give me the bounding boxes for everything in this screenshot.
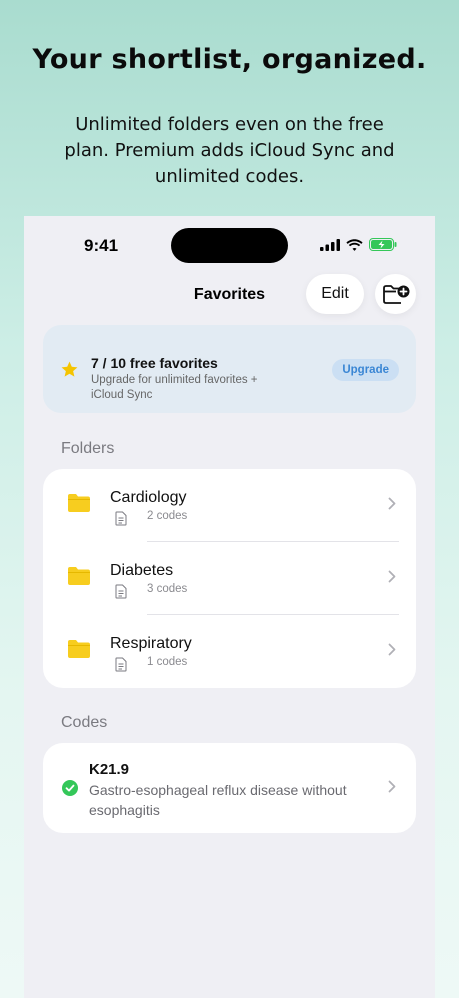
folder-icon	[68, 640, 90, 658]
upgrade-button[interactable]: Upgrade	[332, 359, 399, 381]
codes-section-label: Codes	[61, 714, 108, 731]
folder-code-count: 3 codes	[147, 583, 188, 595]
code-row-k21-9[interactable]: K21.9 Gastro-esophageal reflux disease w…	[43, 743, 416, 833]
folder-code-count: 2 codes	[147, 510, 188, 522]
document-icon	[115, 511, 127, 526]
chevron-right-icon	[388, 497, 396, 510]
folder-row-respiratory[interactable]: Respiratory 1 codes	[43, 615, 416, 688]
document-icon	[115, 584, 127, 599]
cellular-signal-icon	[320, 238, 340, 251]
document-icon	[115, 657, 127, 672]
nav-title: Favorites	[193, 286, 266, 303]
code-description: Gastro-esophageal reflux disease without…	[89, 782, 347, 818]
folder-icon	[68, 494, 90, 512]
marketing-subhead: Unlimited folders even on the free plan.…	[64, 114, 395, 187]
folder-name: Cardiology	[110, 489, 187, 506]
wifi-icon	[346, 238, 363, 251]
folder-icon	[68, 567, 90, 585]
checkmark-circle-icon	[62, 780, 78, 796]
folders-section-label: Folders	[61, 440, 115, 457]
chevron-right-icon	[388, 643, 396, 656]
battery-charging-icon	[369, 238, 397, 251]
edit-button[interactable]: Edit	[306, 274, 364, 314]
folder-row-cardiology[interactable]: Cardiology 2 codes	[43, 469, 416, 542]
new-folder-button[interactable]	[375, 274, 416, 314]
folder-name: Diabetes	[110, 562, 174, 579]
favorites-quota: 7 / 10 free favorites	[91, 355, 218, 371]
status-time: 9:41	[84, 236, 119, 255]
phone-screen: 9:41 Favorites Edit 7 / 10 free favorite…	[24, 216, 435, 998]
folder-plus-icon	[382, 285, 409, 304]
status-icons	[320, 238, 397, 251]
upgrade-banner[interactable]: 7 / 10 free favorites Upgrade for unlimi…	[43, 325, 416, 413]
marketing-headline: Your shortlist, organized.	[32, 44, 427, 75]
chevron-right-icon	[388, 780, 396, 793]
code-id: K21.9	[89, 761, 130, 778]
folders-list: Cardiology 2 codes Diabetes 3 codes Resp…	[43, 469, 416, 688]
folder-name: Respiratory	[110, 635, 192, 652]
dynamic-island	[171, 228, 288, 263]
folder-row-diabetes[interactable]: Diabetes 3 codes	[43, 542, 416, 615]
star-icon	[61, 361, 78, 377]
folder-code-count: 1 codes	[147, 656, 188, 668]
chevron-right-icon	[388, 570, 396, 583]
upgrade-description: Upgrade for unlimited favorites + iCloud…	[91, 374, 258, 401]
codes-list: K21.9 Gastro-esophageal reflux disease w…	[43, 743, 416, 833]
